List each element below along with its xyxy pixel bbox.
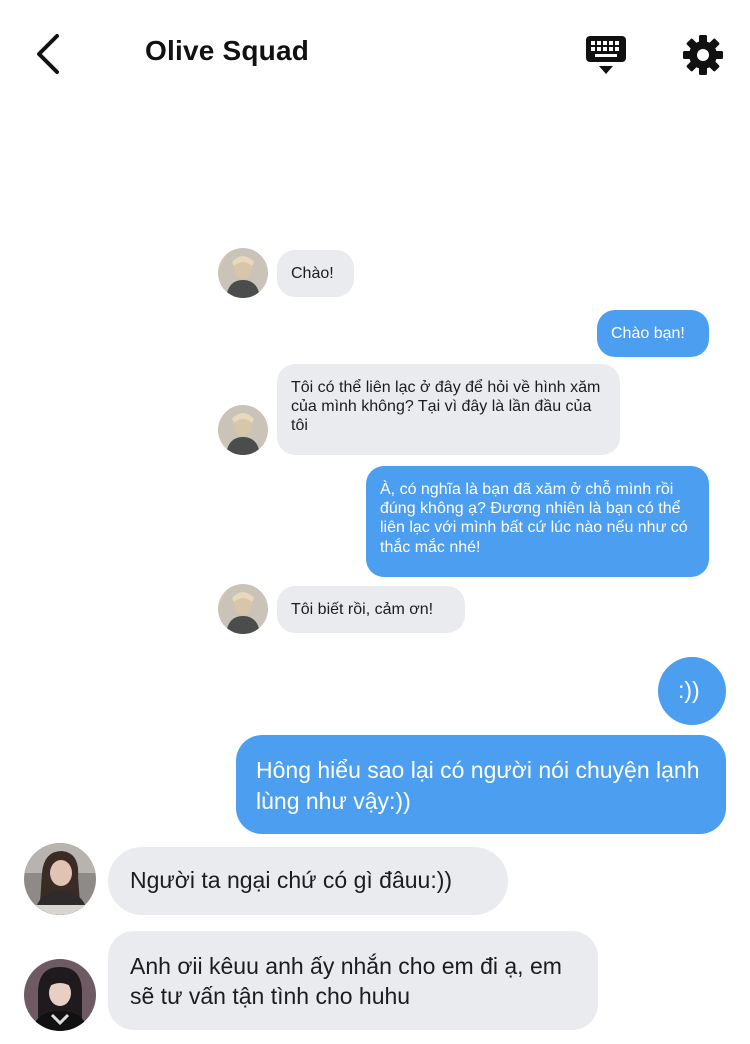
message-bubble[interactable]: Chào! bbox=[277, 250, 354, 297]
message-text: Anh ơii kêuu anh ấy nhắn cho em đi ạ, em… bbox=[130, 953, 562, 1009]
message-text: Tôi có thể liên lạc ở đây để hỏi về hình… bbox=[291, 379, 601, 435]
message-text: Hông hiểu sao lại có người nói chuyện lạ… bbox=[256, 757, 700, 814]
person-avatar-icon bbox=[218, 248, 268, 298]
keyboard-button[interactable] bbox=[584, 33, 628, 77]
message-text: Người ta ngại chứ có gì đâuu:)) bbox=[130, 867, 453, 894]
person-avatar-icon bbox=[218, 584, 268, 634]
message-text: À, có nghĩa là bạn đã xăm ở chỗ mình rồi… bbox=[380, 481, 688, 556]
settings-button[interactable] bbox=[681, 33, 725, 77]
message-bubble[interactable]: :)) bbox=[658, 657, 726, 725]
message-bubble[interactable]: Anh ơii kêuu anh ấy nhắn cho em đi ạ, em… bbox=[108, 931, 598, 1030]
person-avatar-icon bbox=[24, 959, 96, 1031]
message-bubble[interactable]: Hông hiểu sao lại có người nói chuyện lạ… bbox=[236, 735, 726, 834]
back-button[interactable] bbox=[28, 30, 68, 78]
person-avatar-icon bbox=[24, 843, 96, 915]
avatar[interactable] bbox=[24, 843, 96, 915]
avatar[interactable] bbox=[218, 248, 268, 298]
message-bubble[interactable]: Chào bạn! bbox=[597, 310, 709, 357]
message-text: Chào bạn! bbox=[611, 324, 685, 342]
person-avatar-icon bbox=[218, 405, 268, 455]
gear-icon bbox=[683, 35, 723, 75]
avatar[interactable] bbox=[218, 405, 268, 455]
message-bubble[interactable]: Tôi có thể liên lạc ở đây để hỏi về hình… bbox=[277, 364, 620, 455]
message-text: Chào! bbox=[291, 264, 334, 282]
conversation-title: Olive Squad bbox=[145, 35, 310, 66]
message-text: :)) bbox=[678, 677, 700, 704]
keyboard-icon bbox=[586, 36, 626, 74]
chat-header: Olive Squad bbox=[0, 0, 750, 100]
avatar[interactable] bbox=[24, 959, 96, 1031]
message-bubble[interactable]: À, có nghĩa là bạn đã xăm ở chỗ mình rồi… bbox=[366, 466, 709, 577]
chevron-left-icon bbox=[37, 34, 59, 74]
message-bubble[interactable]: Người ta ngại chứ có gì đâuu:)) bbox=[108, 847, 508, 915]
avatar[interactable] bbox=[218, 584, 268, 634]
message-text: Tôi biết rồi, cảm ơn! bbox=[291, 600, 434, 618]
message-bubble[interactable]: Tôi biết rồi, cảm ơn! bbox=[277, 586, 465, 633]
